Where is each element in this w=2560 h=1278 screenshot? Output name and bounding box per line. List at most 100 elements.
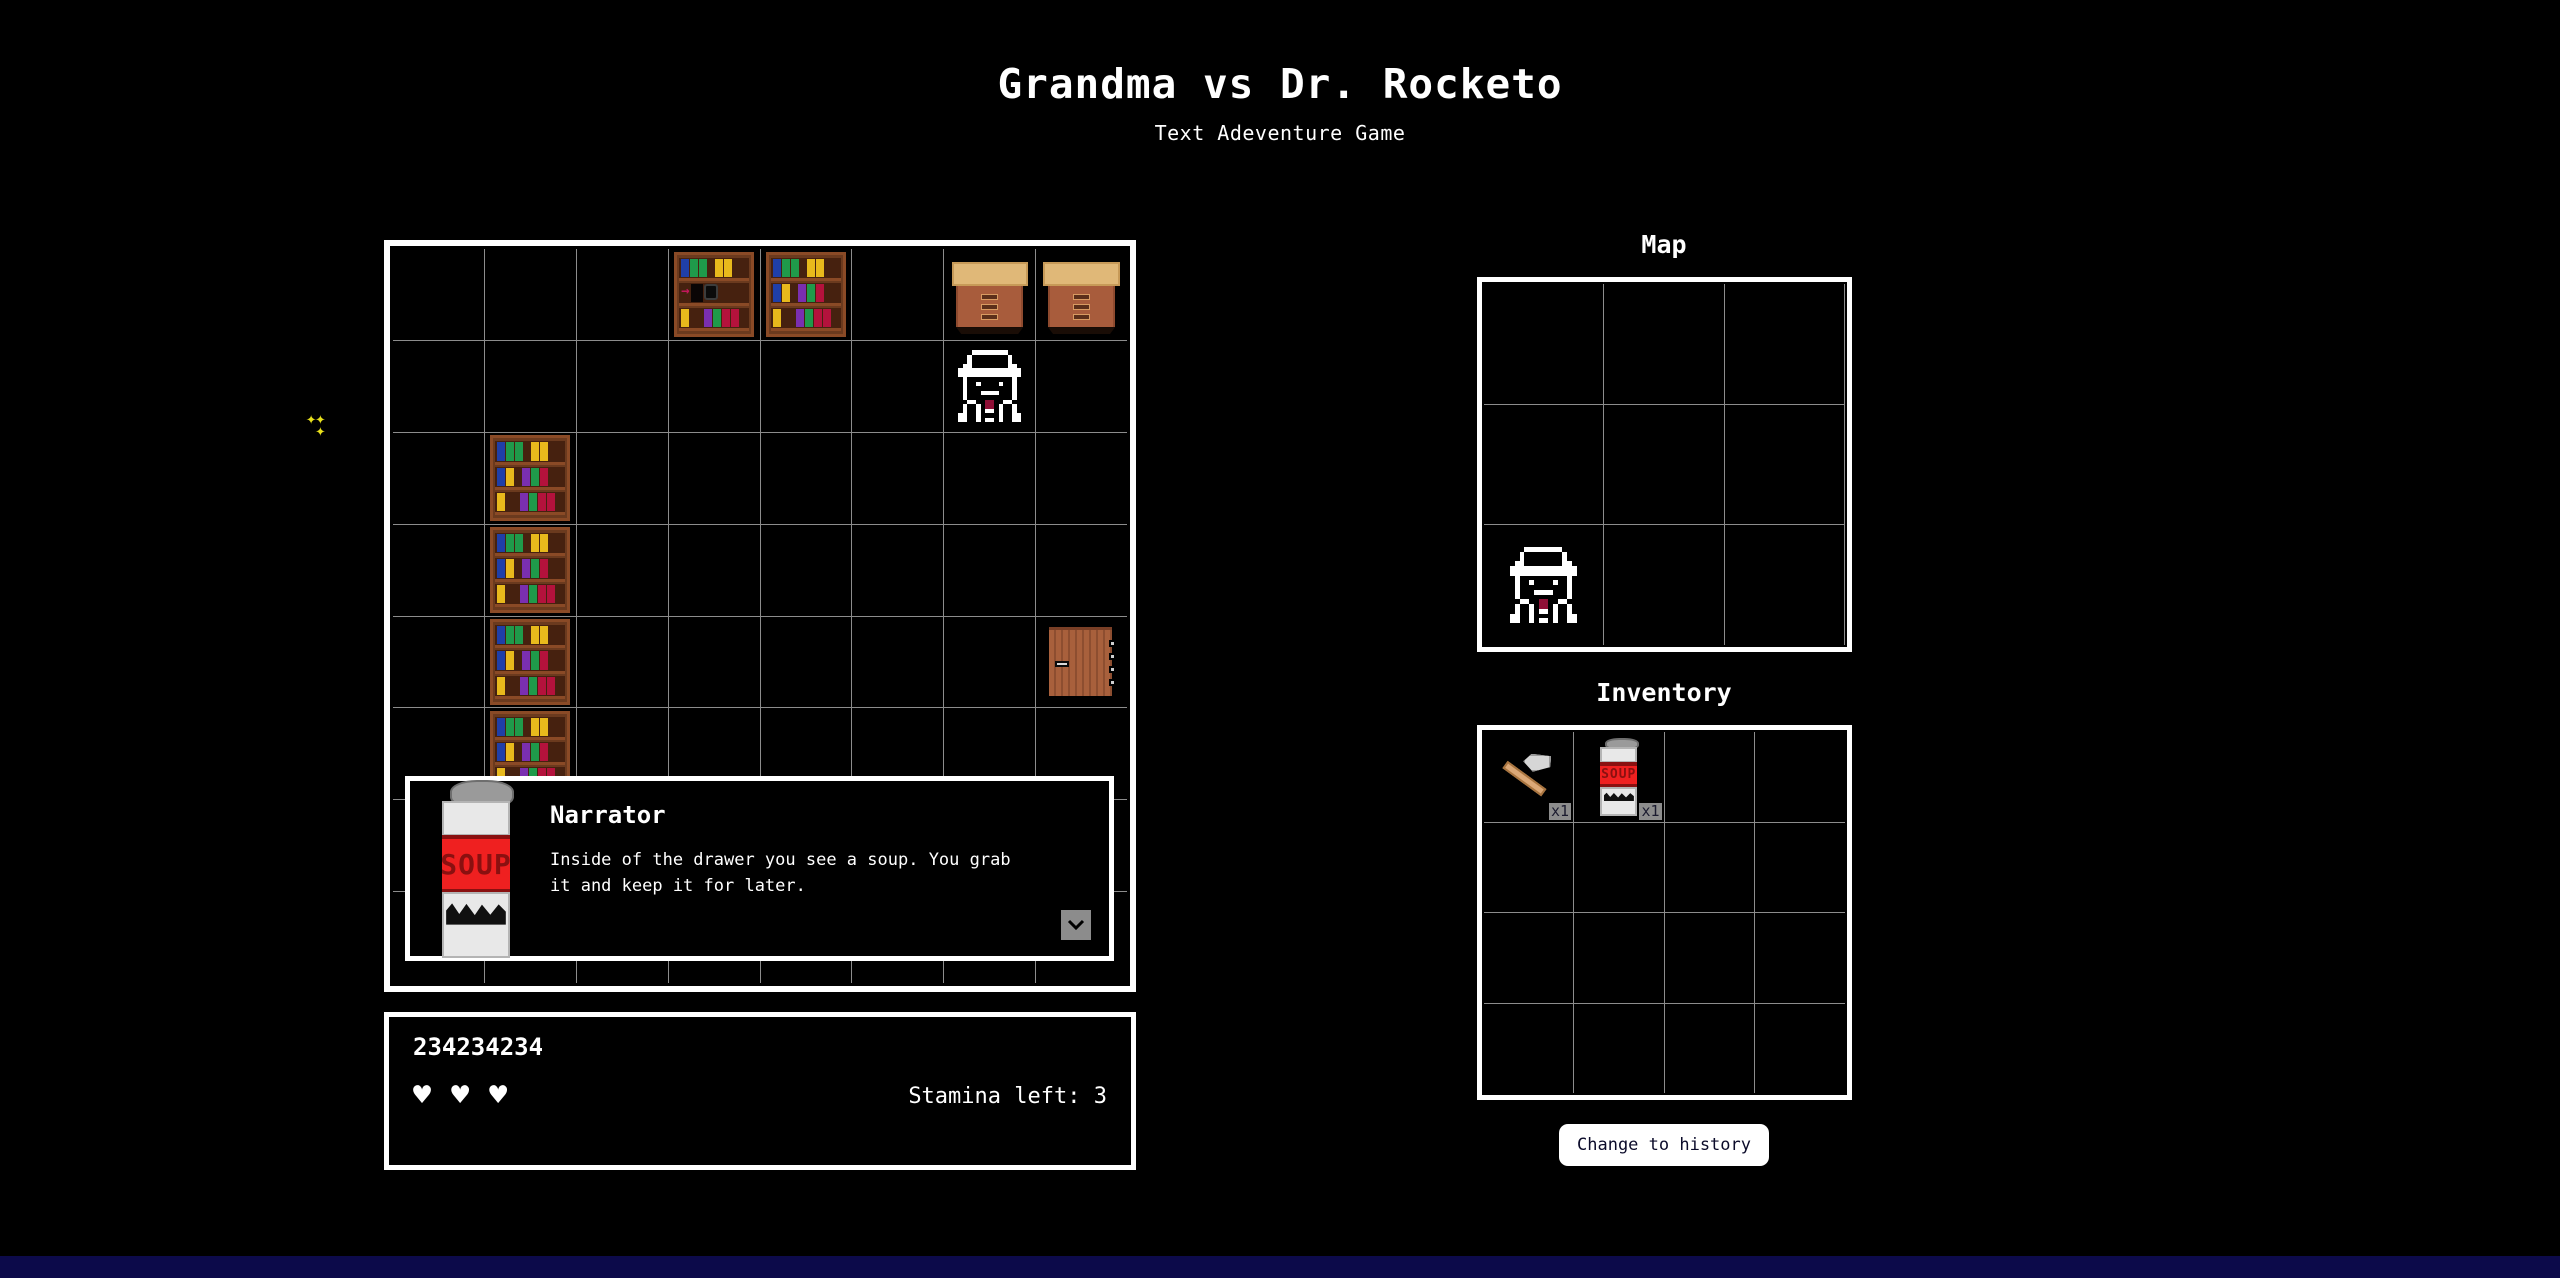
inventory-slot[interactable]: [1483, 913, 1573, 1003]
inventory-slot[interactable]: [1483, 822, 1573, 912]
change-to-history-button[interactable]: Change to history: [1559, 1124, 1769, 1166]
inventory-item-count: x1: [1639, 802, 1662, 820]
board-cell[interactable]: [393, 432, 484, 524]
map-grid[interactable]: [1483, 284, 1845, 645]
inventory-slot[interactable]: [1574, 913, 1664, 1003]
inventory-slot[interactable]: [1664, 1003, 1754, 1093]
map-cell[interactable]: [1604, 525, 1724, 645]
board-cell[interactable]: [393, 524, 484, 616]
board-cell[interactable]: [393, 340, 484, 432]
bookshelf-icon: [490, 527, 571, 613]
board-cell[interactable]: [760, 616, 852, 708]
map-cell[interactable]: [1483, 284, 1604, 404]
map-panel[interactable]: [1476, 277, 1852, 652]
dialog-speaker: Narrator: [550, 801, 666, 829]
map-cell[interactable]: [1604, 404, 1724, 525]
board-cell[interactable]: [852, 524, 944, 616]
board-cell[interactable]: [484, 616, 576, 708]
board-cell[interactable]: [760, 340, 852, 432]
map-cell[interactable]: [1724, 404, 1845, 525]
chevron-down-icon: [1067, 919, 1085, 931]
narrator-dialog[interactable]: SOUP Narrator Inside of the drawer you s…: [405, 776, 1114, 961]
inventory-slot[interactable]: [1664, 732, 1754, 822]
inventory-slot[interactable]: [1755, 822, 1845, 912]
board-cell[interactable]: [668, 432, 760, 524]
inventory-slot[interactable]: [1483, 1003, 1573, 1093]
board-cell[interactable]: [576, 340, 668, 432]
player-character-icon: [1505, 547, 1581, 624]
board-cell[interactable]: [944, 432, 1036, 524]
board-cell[interactable]: [944, 249, 1036, 340]
map-cell[interactable]: [1483, 525, 1604, 645]
board-cell[interactable]: [944, 524, 1036, 616]
inventory-slot[interactable]: [1755, 732, 1845, 822]
dialog-text: Inside of the drawer you see a soup. You…: [550, 850, 1011, 897]
board-cell[interactable]: [852, 249, 944, 340]
page-subtitle: Text Adeventure Game: [1154, 121, 1406, 146]
heart-icon: ♥: [413, 1078, 432, 1113]
board-cell[interactable]: [1036, 616, 1127, 708]
inventory-title: Inventory: [1596, 678, 1732, 707]
bookshelf-icon: [490, 435, 571, 521]
board-cell[interactable]: [760, 432, 852, 524]
board-cell[interactable]: [852, 432, 944, 524]
inventory-panel[interactable]: x1 SOUP x1: [1476, 725, 1852, 1100]
soup-can-icon: SOUP: [1597, 737, 1641, 816]
right-sidebar: Map Inventory x1 SOUP x1 Change to history: [1464, 230, 1864, 1166]
inventory-slot[interactable]: x1: [1483, 732, 1573, 822]
page-title: Grandma vs Dr. Rocketo: [997, 60, 1563, 108]
inventory-grid[interactable]: x1 SOUP x1: [1483, 732, 1845, 1093]
taskbar-strip: [0, 1256, 2560, 1278]
board-cell[interactable]: [852, 340, 944, 432]
board-cell[interactable]: [576, 524, 668, 616]
board-cell[interactable]: [760, 524, 852, 616]
arrow-item-icon: →: [681, 282, 690, 299]
board-cell[interactable]: [484, 249, 576, 340]
board-cell[interactable]: [852, 616, 944, 708]
board-cell[interactable]: →: [668, 249, 760, 340]
board-cell[interactable]: [668, 340, 760, 432]
inventory-slot[interactable]: [1574, 1003, 1664, 1093]
player-character-icon: [954, 350, 1026, 423]
inventory-slot[interactable]: [1664, 913, 1754, 1003]
dialog-next-button[interactable]: [1061, 910, 1091, 940]
board-cell[interactable]: [576, 249, 668, 340]
map-title: Map: [1641, 230, 1687, 259]
board-cell[interactable]: [668, 524, 760, 616]
dresser-icon: [951, 261, 1028, 335]
board-cell[interactable]: [760, 249, 852, 340]
board-cell[interactable]: [393, 616, 484, 708]
dialog-body: Narrator Inside of the drawer you see a …: [528, 793, 1095, 944]
board-cell[interactable]: [1036, 340, 1127, 432]
status-panel: 234234234 ♥ ♥ ♥ Stamina left: 3: [384, 1012, 1136, 1170]
dialog-portrait: SOUP: [424, 779, 528, 958]
inventory-slot[interactable]: [1755, 1003, 1845, 1093]
status-row: ♥ ♥ ♥ Stamina left: 3: [413, 1081, 1107, 1111]
inventory-slot[interactable]: [1664, 822, 1754, 912]
dresser-icon: [1043, 261, 1120, 335]
map-cell[interactable]: [1724, 284, 1845, 404]
map-cell[interactable]: [1604, 284, 1724, 404]
board-cell[interactable]: [1036, 524, 1127, 616]
board-cell[interactable]: [944, 340, 1036, 432]
board-cell[interactable]: [1036, 432, 1127, 524]
heart-icon: ♥: [451, 1078, 470, 1113]
board-cell[interactable]: [393, 249, 484, 340]
board-cell[interactable]: [576, 616, 668, 708]
board-cell[interactable]: [484, 432, 576, 524]
board-cell[interactable]: [484, 340, 576, 432]
door-icon: [1048, 627, 1117, 697]
board-cell[interactable]: [1036, 249, 1127, 340]
map-cell[interactable]: [1483, 404, 1604, 525]
bookshelf-icon: →: [674, 251, 755, 338]
inventory-item-count: x1: [1548, 802, 1571, 820]
board-cell[interactable]: [484, 524, 576, 616]
map-cell[interactable]: [1724, 525, 1845, 645]
board-cell[interactable]: [576, 432, 668, 524]
board-cell[interactable]: [668, 616, 760, 708]
board-cell[interactable]: [944, 616, 1036, 708]
inventory-slot[interactable]: SOUP x1: [1574, 732, 1664, 822]
page-header: Grandma vs Dr. Rocketo Text Adeventure G…: [0, 0, 2560, 145]
inventory-slot[interactable]: [1574, 822, 1664, 912]
inventory-slot[interactable]: [1755, 913, 1845, 1003]
